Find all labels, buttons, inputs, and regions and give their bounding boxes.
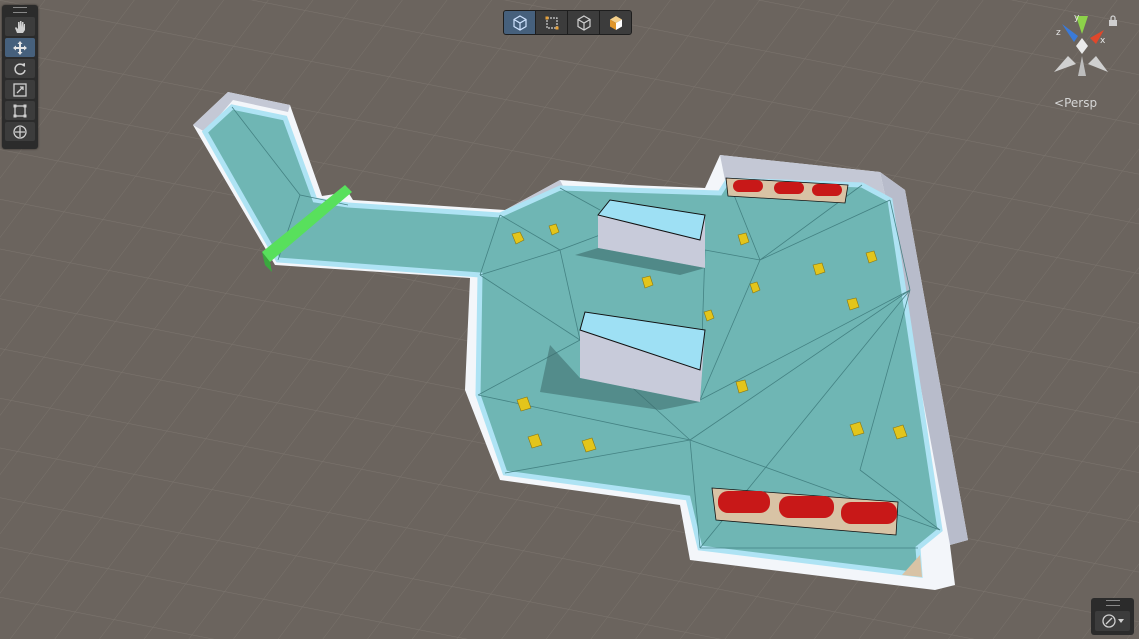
transform-tool-button[interactable] [5,122,35,141]
scene-viewport[interactable] [0,0,1139,639]
orientation-overlay-button[interactable] [1095,611,1130,631]
rotate-icon [14,62,26,75]
compass-icon [1101,614,1116,628]
move-tool-button[interactable] [5,38,35,57]
view-options-bar [503,10,632,35]
hand-tool-button[interactable] [5,17,35,36]
projection-toggle[interactable]: <Persp [1054,96,1097,110]
overlay-grip[interactable] [1091,598,1134,608]
move-arrows-icon [13,40,27,55]
scale-tool-button[interactable] [5,80,35,99]
overlay-menu-panel [1091,598,1134,635]
tool-panel [2,5,38,149]
shaded-view-button[interactable] [600,11,631,34]
rect-tool-button[interactable] [5,101,35,120]
cube-orange-icon [609,15,622,30]
gizmo-z-axis[interactable] [1062,24,1078,42]
cube-wire-icon [512,14,527,31]
navmesh-view-button[interactable] [504,11,536,34]
lock-icon[interactable] [1108,15,1118,27]
mesh-view-button[interactable] [568,11,600,34]
scale-icon [13,82,27,97]
rect-transform-icon [13,104,27,117]
gizmo-y-label: y [1074,13,1080,23]
hand-icon [15,20,25,33]
persp-chevron-icon: < [1054,96,1065,110]
cube-outline-icon [576,14,591,31]
rotate-tool-button[interactable] [5,59,35,78]
gizmo-z-label: z [1056,28,1061,38]
rect-icon [545,16,558,29]
panel-grip[interactable] [2,5,38,15]
chevron-down-icon [1117,619,1124,623]
gizmo-x-label: x [1100,36,1106,46]
projection-label: Persp [1064,96,1098,110]
rect-view-button[interactable] [536,11,568,34]
transform-icon [13,124,27,139]
